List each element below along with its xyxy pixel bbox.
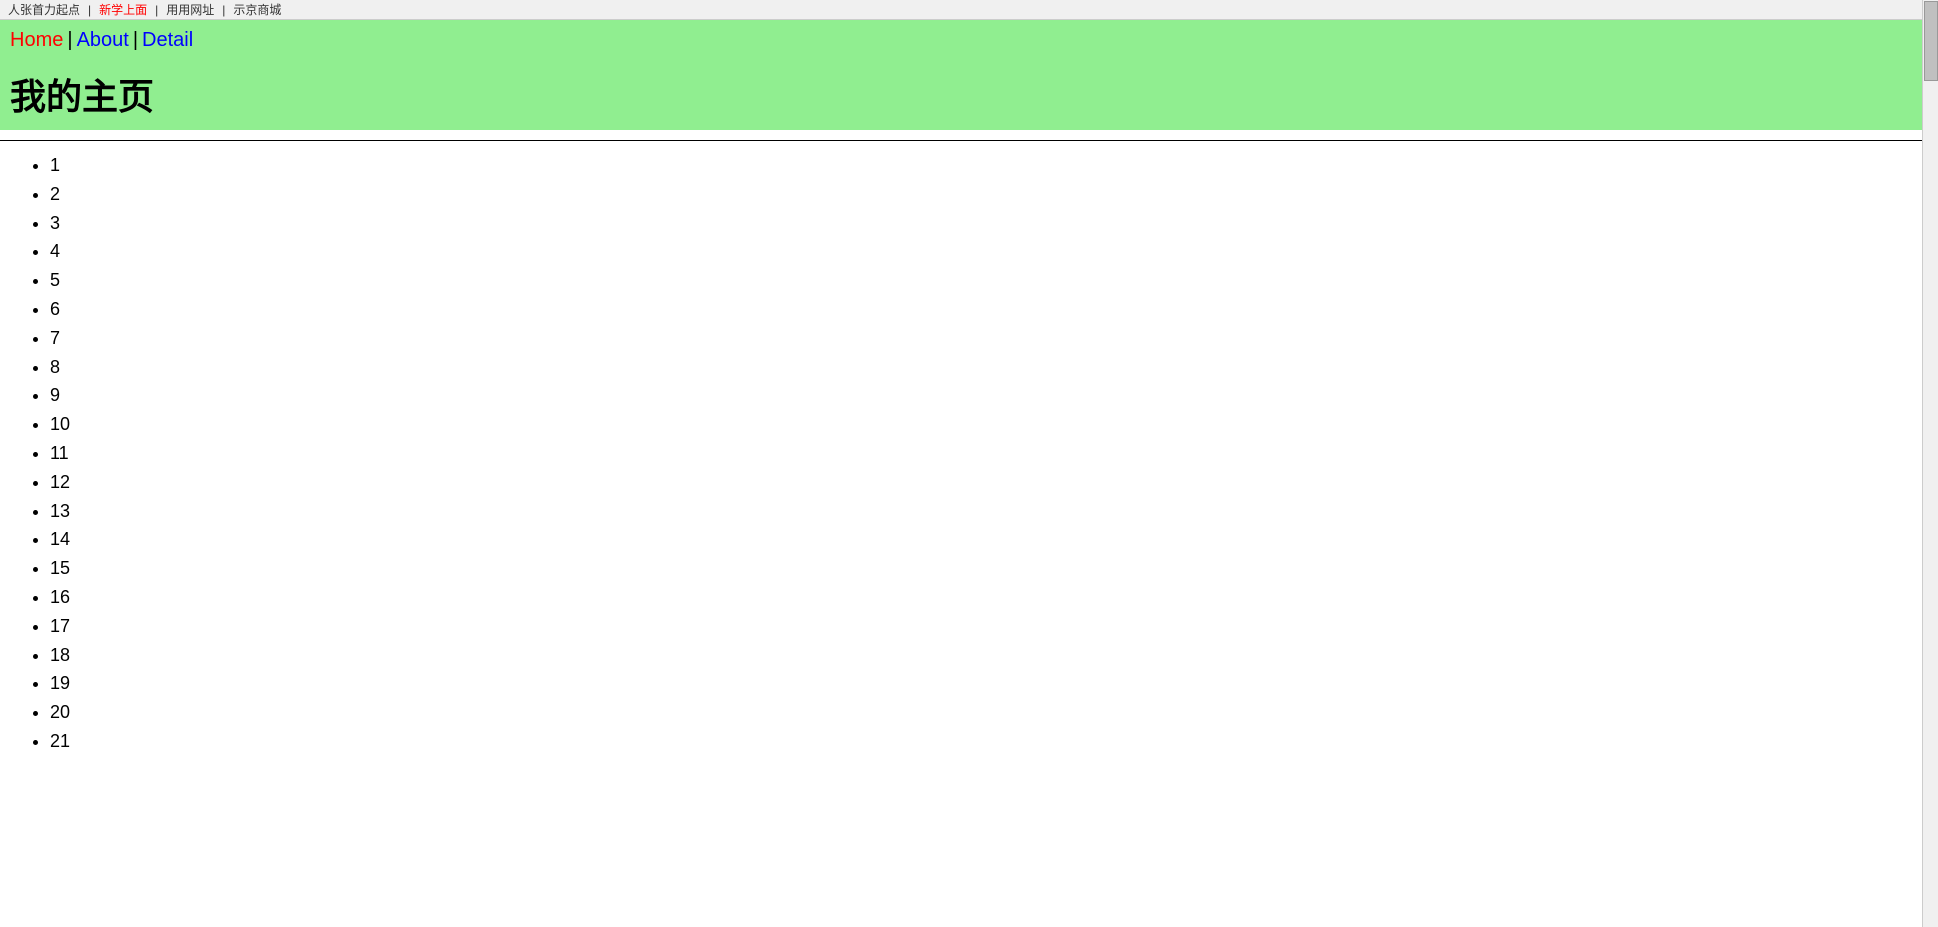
- page-title: 我的主页: [0, 60, 1938, 130]
- list-item: 19: [50, 669, 1928, 698]
- nav-sep1: |: [67, 29, 72, 52]
- list-item: 7: [50, 324, 1928, 353]
- nav-bar: Home | About | Detail: [0, 20, 1938, 60]
- toolbar-item4: 示京商城: [233, 1, 281, 18]
- list-item: 21: [50, 727, 1928, 756]
- toolbar-sep2: |: [155, 3, 158, 17]
- nav-about-link[interactable]: About: [77, 29, 129, 52]
- list-item: 3: [50, 209, 1928, 238]
- list-item: 10: [50, 410, 1928, 439]
- items-list: 123456789101112131415161718192021: [10, 151, 1928, 756]
- toolbar-sep3: |: [222, 3, 225, 17]
- list-item: 9: [50, 381, 1928, 410]
- main-content: 123456789101112131415161718192021: [0, 151, 1938, 756]
- list-item: 18: [50, 641, 1928, 670]
- list-item: 15: [50, 554, 1928, 583]
- list-item: 5: [50, 266, 1928, 295]
- list-item: 12: [50, 468, 1928, 497]
- list-item: 14: [50, 525, 1928, 554]
- scrollbar[interactable]: [1922, 0, 1938, 927]
- list-item: 1: [50, 151, 1928, 180]
- list-item: 13: [50, 497, 1928, 526]
- list-item: 2: [50, 180, 1928, 209]
- scrollbar-thumb[interactable]: [1924, 1, 1938, 81]
- toolbar-items: 人张首力起点: [8, 1, 80, 18]
- list-item: 17: [50, 612, 1928, 641]
- nav-detail-link[interactable]: Detail: [142, 29, 193, 52]
- toolbar-sep1: |: [88, 3, 91, 17]
- list-item: 20: [50, 698, 1928, 727]
- list-item: 16: [50, 583, 1928, 612]
- divider: [0, 140, 1938, 141]
- toolbar-item3: 用用网址: [166, 1, 214, 18]
- browser-toolbar: 人张首力起点 | 新学上面 | 用用网址 | 示京商城: [0, 0, 1938, 20]
- list-item: 11: [50, 439, 1928, 468]
- list-item: 8: [50, 353, 1928, 382]
- list-item: 4: [50, 237, 1928, 266]
- nav-home-link[interactable]: Home: [10, 29, 63, 52]
- list-item: 6: [50, 295, 1928, 324]
- toolbar-item2: 新学上面: [99, 1, 147, 18]
- nav-sep2: |: [133, 29, 138, 52]
